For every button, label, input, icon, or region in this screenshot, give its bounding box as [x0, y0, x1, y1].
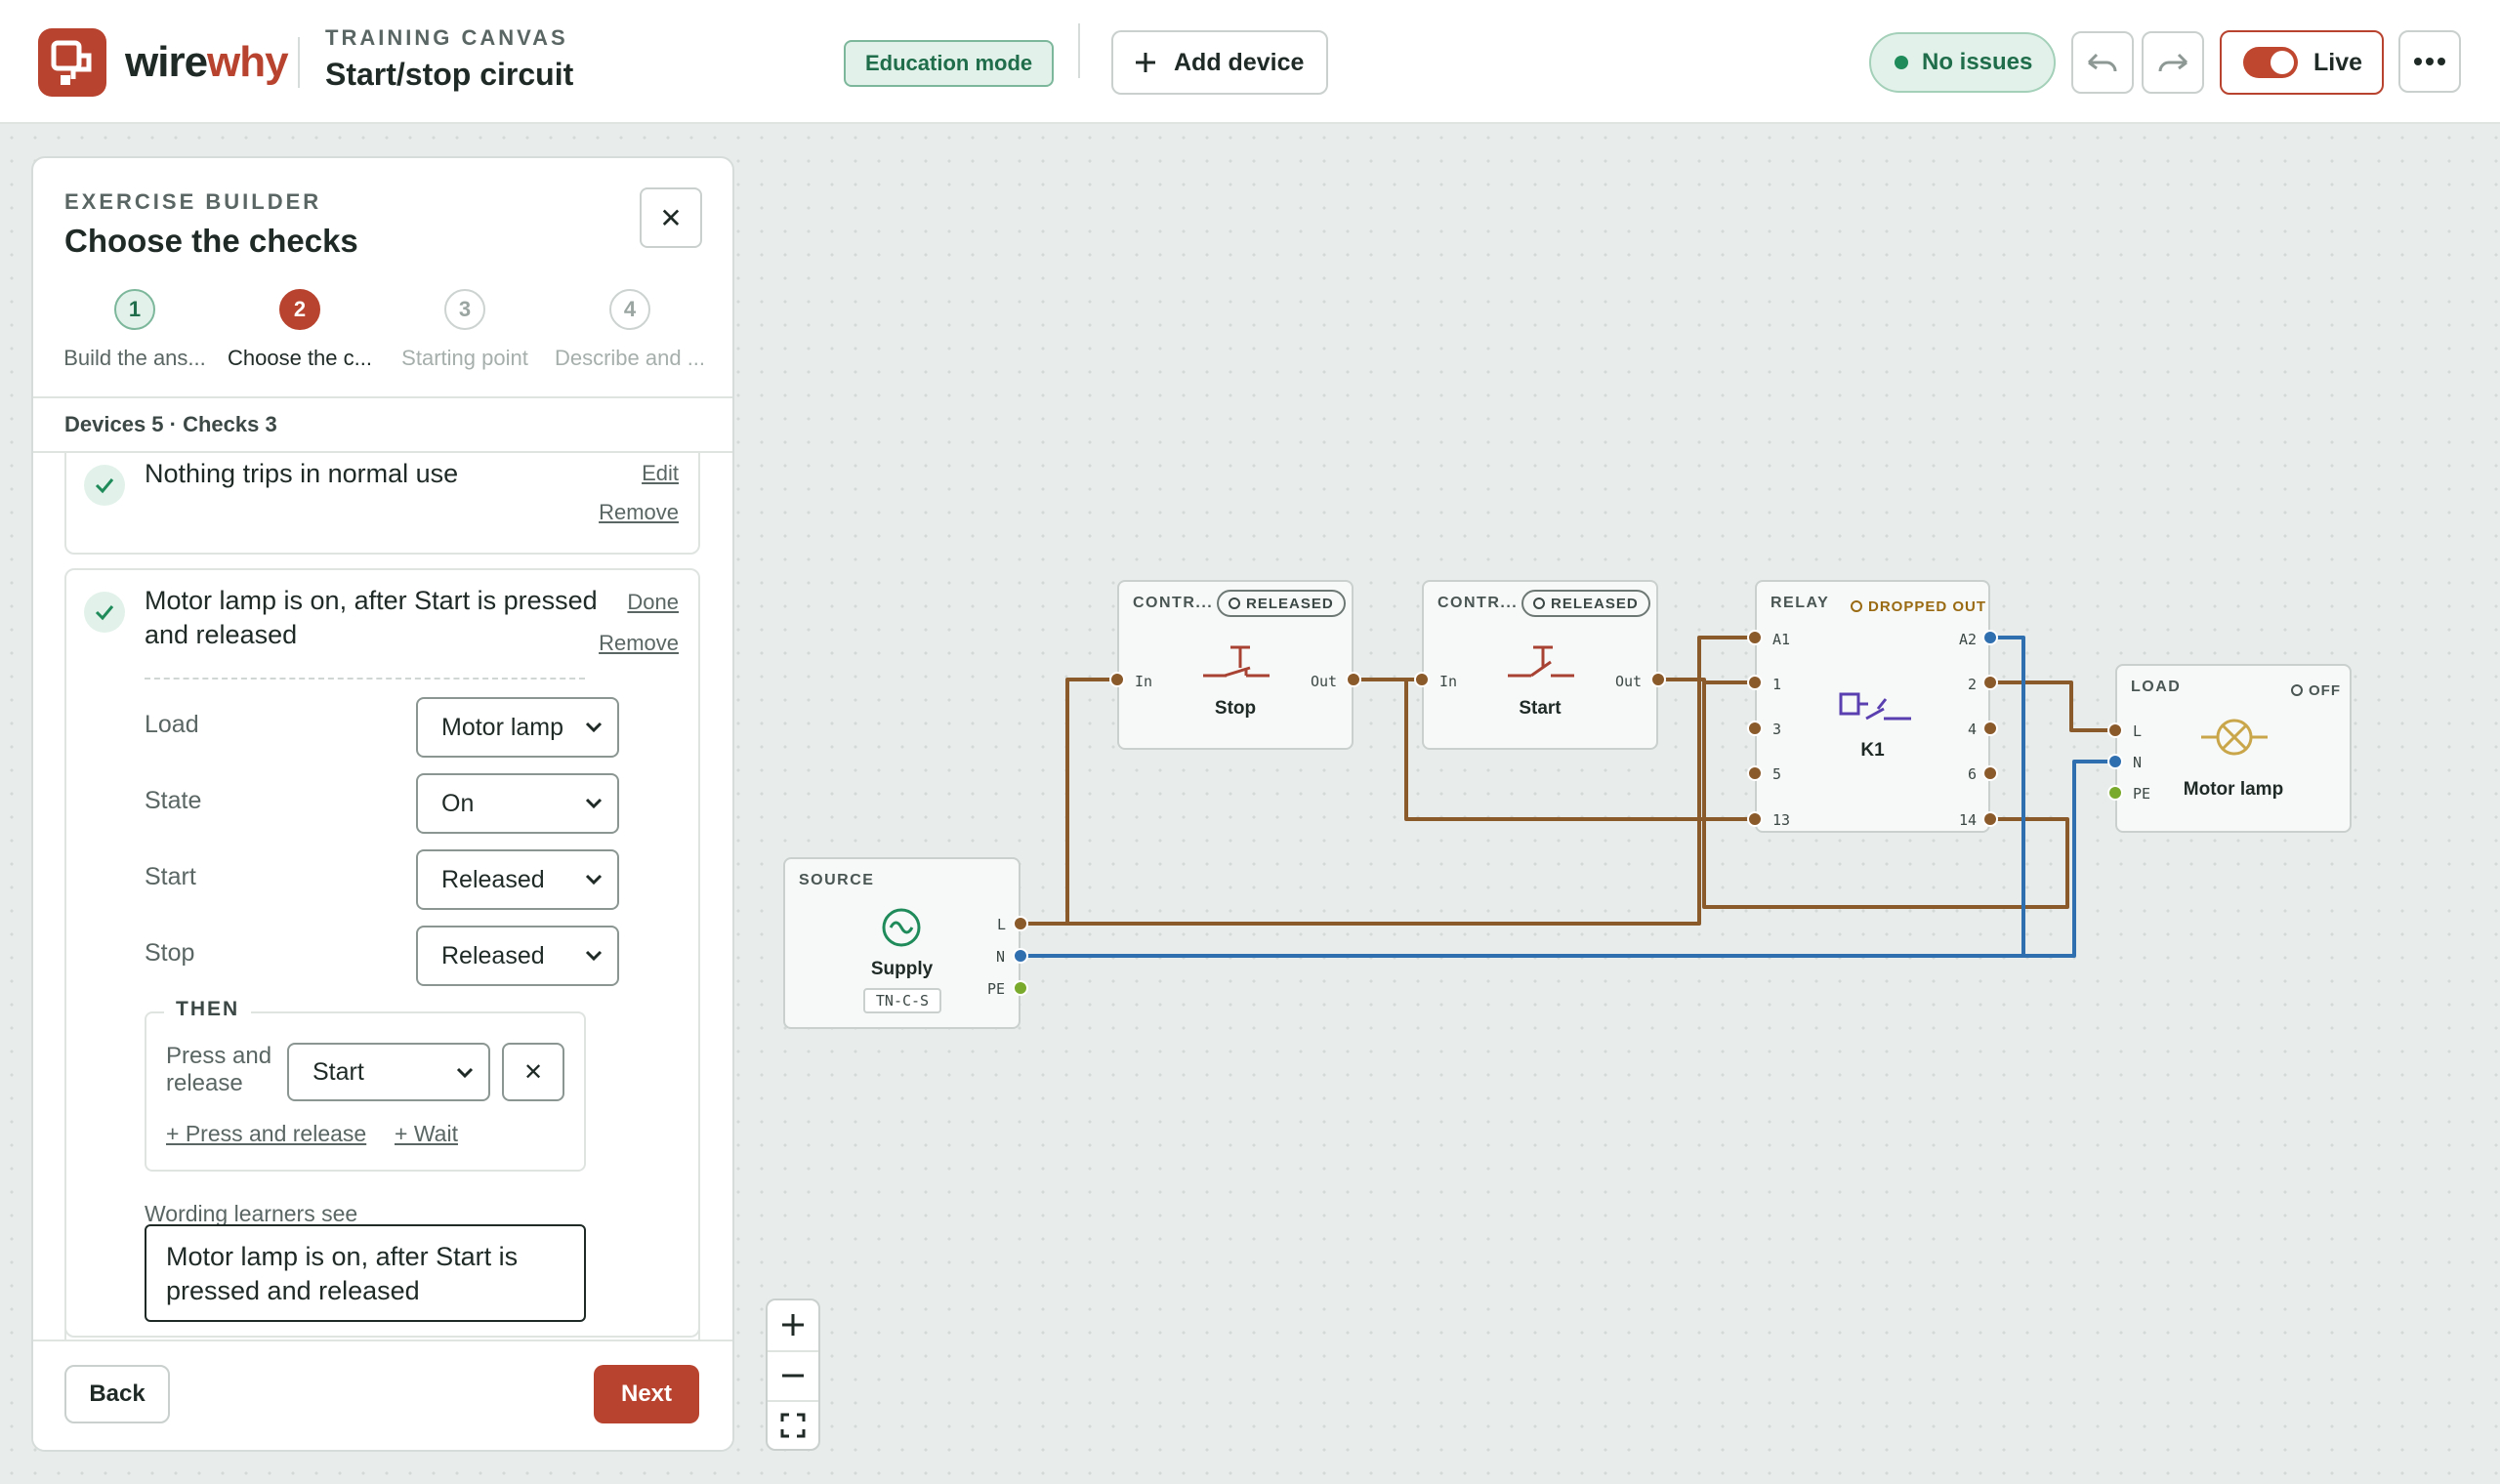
- then-action-label: Press and release: [166, 1043, 272, 1096]
- check-text-line: Motor lamp is on, after Start is pressed: [145, 586, 598, 615]
- step-starting-point[interactable]: 3 Starting point: [383, 289, 547, 371]
- check-card: Nothing trips in normal use Edit Remove: [64, 453, 700, 555]
- check-text: Nothing trips in normal use: [145, 459, 459, 488]
- chevron-down-icon: [585, 950, 603, 962]
- zoom-controls: [766, 1298, 820, 1451]
- terminal-dot: [1747, 675, 1763, 690]
- step-label: Choose the c...: [228, 346, 372, 370]
- step-number: 3: [444, 289, 485, 330]
- minus-icon: [782, 1374, 804, 1378]
- state-select[interactable]: On: [416, 773, 619, 834]
- next-button[interactable]: Next: [594, 1365, 699, 1423]
- divider: [33, 396, 732, 398]
- terminal-dot: [1650, 672, 1666, 687]
- step-label: Build the ans...: [63, 346, 206, 370]
- panel-eyebrow: EXERCISE BUILDER: [64, 189, 322, 214]
- fit-screen-icon: [780, 1413, 806, 1438]
- remove-step-button[interactable]: ✕: [502, 1043, 564, 1101]
- check-card-motor-lamp: Motor lamp is on, after Start is pressed…: [64, 568, 700, 1338]
- chevron-down-icon: [456, 1067, 474, 1079]
- terminal-dot: [1747, 630, 1763, 645]
- fit-view-button[interactable]: [768, 1400, 818, 1449]
- terminal-dot: [1982, 721, 1998, 736]
- chevron-down-icon: [585, 721, 603, 733]
- terminal-dot: [1013, 916, 1028, 931]
- field-label-start: Start: [145, 863, 196, 890]
- field-label-stop: Stop: [145, 939, 195, 967]
- panel-title: Choose the checks: [64, 223, 358, 259]
- terminal-dot: [1982, 765, 1998, 781]
- step-number: 1: [114, 289, 155, 330]
- done-check-link[interactable]: Done: [627, 590, 679, 615]
- terminal-dot: [1982, 630, 1998, 645]
- terminal-dot: [1013, 980, 1028, 996]
- then-label: THEN: [164, 998, 252, 1021]
- add-wait-link[interactable]: + Wait: [395, 1121, 458, 1147]
- zoom-out-button[interactable]: [768, 1350, 818, 1399]
- step-label: Starting point: [401, 346, 528, 370]
- zoom-in-button[interactable]: [768, 1300, 818, 1349]
- check-ok-icon: [84, 592, 125, 633]
- check-text-line: and released: [145, 620, 298, 649]
- wording-textarea[interactable]: Motor lamp is on, after Start is pressed…: [145, 1224, 586, 1322]
- stop-select[interactable]: Released: [416, 926, 619, 986]
- terminal-dot: [2107, 785, 2123, 801]
- step-build-answer[interactable]: 1 Build the ans...: [53, 289, 217, 371]
- terminal-dot: [1414, 672, 1430, 687]
- panel-footer: Back Next: [33, 1340, 732, 1450]
- close-button[interactable]: ✕: [640, 187, 702, 248]
- step-number: 2: [279, 289, 320, 330]
- back-button[interactable]: Back: [64, 1365, 170, 1423]
- then-group: THEN Press and release Start ✕ + Press a…: [145, 998, 586, 1172]
- terminal-dot: [1747, 721, 1763, 736]
- terminal-dot: [1346, 672, 1361, 687]
- step-number: 4: [609, 289, 650, 330]
- field-label-state: State: [145, 787, 202, 814]
- edit-check-link[interactable]: Edit: [642, 461, 679, 486]
- terminal-dot: [1747, 765, 1763, 781]
- step-describe[interactable]: 4 Describe and ...: [548, 289, 712, 371]
- terminal-dot: [1747, 811, 1763, 827]
- load-select[interactable]: Motor lamp: [416, 697, 619, 758]
- add-press-release-link[interactable]: + Press and release: [166, 1121, 366, 1147]
- terminal-dot: [1013, 948, 1028, 964]
- field-label-load: Load: [145, 711, 199, 738]
- terminal-dot: [1982, 675, 1998, 690]
- terminal-dot: [2107, 722, 2123, 738]
- then-target-select[interactable]: Start: [287, 1043, 490, 1101]
- panel-summary: Devices 5 · Checks 3: [64, 412, 277, 436]
- divider: [145, 678, 585, 680]
- terminal-dot: [1109, 672, 1125, 687]
- chevron-down-icon: [585, 874, 603, 886]
- remove-check-link[interactable]: Remove: [599, 631, 679, 656]
- step-choose-checks[interactable]: 2 Choose the c...: [218, 289, 382, 371]
- close-icon: ✕: [522, 1058, 544, 1086]
- wording-label: Wording learners see: [145, 1201, 358, 1226]
- chevron-down-icon: [585, 798, 603, 809]
- terminal-dot: [1982, 811, 1998, 827]
- terminal-dot: [2107, 754, 2123, 769]
- start-select[interactable]: Released: [416, 849, 619, 910]
- step-label: Describe and ...: [554, 346, 706, 370]
- remove-check-link[interactable]: Remove: [599, 500, 679, 525]
- plus-icon: [782, 1314, 804, 1336]
- close-icon: ✕: [659, 202, 683, 233]
- check-ok-icon: [84, 465, 125, 506]
